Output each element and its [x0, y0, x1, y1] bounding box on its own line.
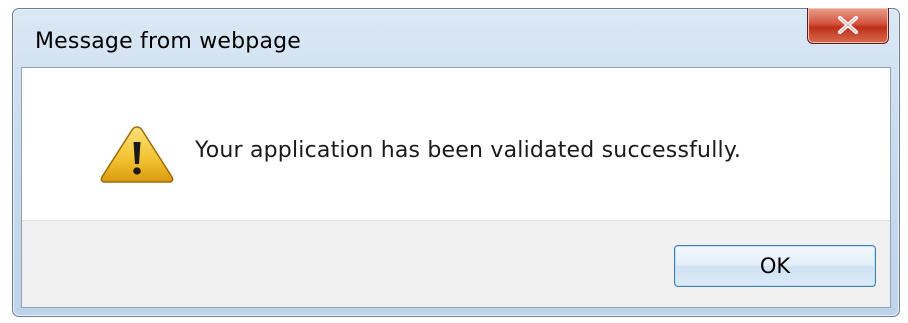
message-dialog: Message from webpage Your application ha…	[12, 8, 900, 317]
close-icon	[838, 16, 858, 34]
dialog-body: Your application has been validated succ…	[21, 67, 891, 308]
dialog-title-bar[interactable]: Message from webpage	[13, 8, 899, 67]
dialog-message: Your application has been validated succ…	[195, 138, 742, 163]
warning-icon	[100, 126, 174, 183]
dialog-title: Message from webpage	[35, 29, 302, 54]
dialog-button-bar: OK	[22, 220, 890, 307]
close-button[interactable]	[807, 8, 889, 44]
ok-button[interactable]: OK	[674, 245, 876, 287]
message-area: Your application has been validated succ…	[22, 68, 890, 220]
